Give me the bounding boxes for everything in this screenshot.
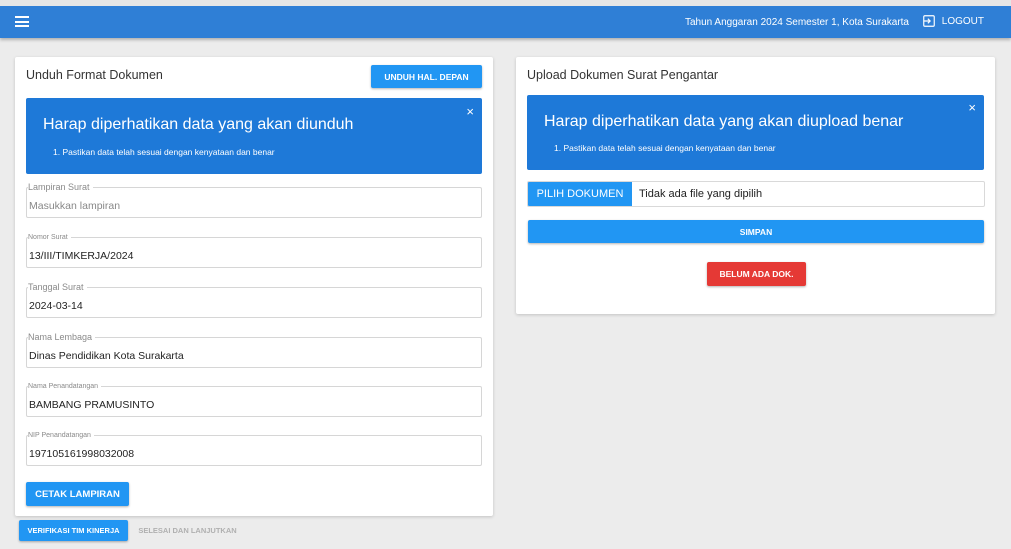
field-label: Nomor Surat	[28, 232, 71, 243]
field-label: Lampiran Surat	[28, 182, 93, 193]
card-title-upload: Upload Dokumen Surat Pengantar	[527, 68, 719, 82]
nama-lembaga-field[interactable]: Nama Lembaga Dinas Pendidikan Kota Surak…	[26, 332, 482, 368]
field-value: 13/III/TIMKERJA/2024	[29, 250, 134, 262]
pilih-dokumen-button[interactable]: PILIH DOKUMEN	[528, 182, 632, 206]
field-label: NIP Penandatangan	[28, 430, 94, 441]
nama-penandatangan-field[interactable]: Nama Penandatangan BAMBANG PRAMUSINTO	[26, 381, 482, 417]
field-label: Nama Penandatangan	[28, 381, 102, 392]
field-value: Dinas Pendidikan Kota Surakarta	[29, 350, 184, 362]
card-title-download: Unduh Format Dokumen	[26, 68, 163, 82]
nip-penandatangan-field[interactable]: NIP Penandatangan 197105161998032008	[26, 430, 482, 466]
verifikasi-tim-kinerja-button[interactable]: VERIFIKASI TIM KINERJA	[19, 520, 128, 541]
selesai-dan-lanjutkan-button[interactable]: SELESAI DAN LANJUTKAN	[136, 520, 239, 541]
logout-label: LOGOUT	[941, 15, 984, 27]
file-input[interactable]: PILIH DOKUMEN Tidak ada file yang dipili…	[527, 181, 985, 207]
close-icon[interactable]: ×	[968, 101, 976, 114]
fiscal-year-info: Tahun Anggaran 2024 Semester 1, Kota Sur…	[684, 17, 909, 28]
field-label: Tanggal Surat	[28, 282, 87, 293]
field-label: Nama Lembaga	[28, 332, 96, 343]
lampiran-surat-field[interactable]: Lampiran Surat Masukkan lampiran	[26, 182, 482, 218]
alert-title: Harap diperhatikan data yang akan diundu…	[43, 116, 354, 133]
alert-item: 1. Pastikan data telah sesuai dengan ken…	[554, 143, 776, 153]
logout-icon	[922, 15, 935, 27]
download-alert: Harap diperhatikan data yang akan diundu…	[26, 98, 482, 174]
tanggal-surat-field[interactable]: Tanggal Surat 2024-03-14	[26, 282, 482, 318]
hamburger-menu-icon[interactable]	[15, 16, 29, 27]
close-icon[interactable]: ×	[466, 105, 474, 118]
cetak-lampiran-button[interactable]: CETAK LAMPIRAN	[26, 482, 129, 506]
field-placeholder: Masukkan lampiran	[29, 200, 121, 212]
download-format-card: Unduh Format Dokumen UNDUH HAL. DEPAN Ha…	[15, 57, 493, 516]
field-value: 2024-03-14	[29, 300, 83, 312]
nomor-surat-field[interactable]: Nomor Surat 13/III/TIMKERJA/2024	[26, 232, 482, 268]
alert-title: Harap diperhatikan data yang akan diuplo…	[544, 113, 904, 130]
top-app-bar: Tahun Anggaran 2024 Semester 1, Kota Sur…	[0, 0, 1011, 38]
logout-button[interactable]: LOGOUT	[922, 14, 984, 28]
field-value: BAMBANG PRAMUSINTO	[29, 399, 155, 411]
alert-item: 1. Pastikan data telah sesuai dengan ken…	[53, 147, 275, 157]
belum-ada-dok-button[interactable]: BELUM ADA DOK.	[707, 262, 806, 286]
unduh-hal-depan-button[interactable]: UNDUH HAL. DEPAN	[371, 65, 482, 88]
simpan-button[interactable]: SIMPAN	[528, 220, 984, 243]
file-status: Tidak ada file yang dipilih	[639, 188, 763, 200]
upload-document-card: Upload Dokumen Surat Pengantar Harap dip…	[516, 57, 995, 314]
field-value: 197105161998032008	[29, 448, 135, 460]
upload-alert: Harap diperhatikan data yang akan diuplo…	[527, 95, 984, 170]
